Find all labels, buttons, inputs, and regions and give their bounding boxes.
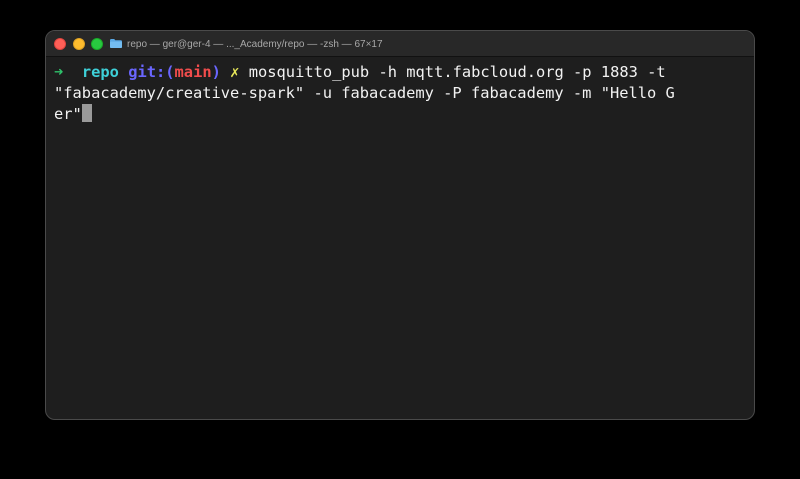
command-line-3: er" — [54, 104, 746, 125]
minimize-button[interactable] — [73, 38, 85, 50]
command-text-line-3: er" — [54, 105, 82, 123]
window-title: repo — ger@ger-4 — ..._Academy/repo — -z… — [110, 31, 383, 57]
close-button[interactable] — [54, 38, 66, 50]
prompt-arrow: ➜ — [54, 63, 64, 81]
terminal-output[interactable]: ➜ repo git:(main) ✗ mosquitto_pub -h mqt… — [54, 62, 746, 125]
folder-icon — [110, 38, 122, 48]
prompt-git-label: git:( — [128, 63, 175, 81]
terminal-window: repo — ger@ger-4 — ..._Academy/repo — -z… — [45, 30, 755, 420]
prompt-line: ➜ repo git:(main) ✗ mosquitto_pub -h mqt… — [54, 62, 746, 83]
prompt-git-close: ) — [211, 63, 221, 81]
zoom-button[interactable] — [91, 38, 103, 50]
command-text-line-1: mosquitto_pub -h mqtt.fabcloud.org -p 18… — [248, 63, 666, 81]
command-text-line-2: "fabacademy/creative-spark" -u fabacadem… — [54, 84, 675, 102]
command-line-2: "fabacademy/creative-spark" -u fabacadem… — [54, 83, 746, 104]
prompt-directory: repo — [81, 63, 119, 81]
prompt-branch: main — [174, 63, 212, 81]
prompt-dirty-marker: ✗ — [230, 63, 240, 81]
title-bar[interactable]: repo — ger@ger-4 — ..._Academy/repo — -z… — [46, 31, 754, 57]
window-title-text: repo — ger@ger-4 — ..._Academy/repo — -z… — [127, 38, 383, 50]
text-cursor — [81, 104, 92, 122]
